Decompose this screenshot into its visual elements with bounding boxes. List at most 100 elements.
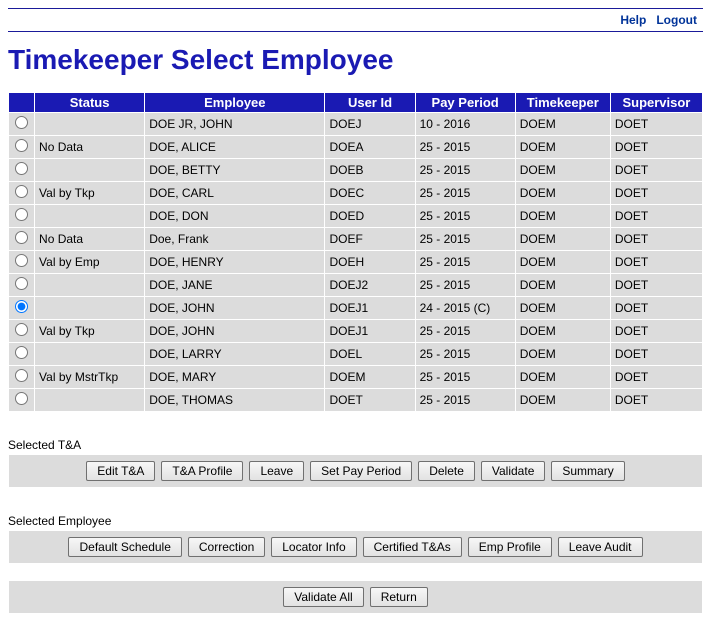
- row-radio-cell: [9, 205, 35, 228]
- cell-payperiod: 10 - 2016: [415, 113, 515, 136]
- row-select-radio[interactable]: [15, 254, 28, 267]
- cell-status: No Data: [35, 136, 145, 159]
- row-radio-cell: [9, 366, 35, 389]
- logout-link[interactable]: Logout: [656, 13, 697, 27]
- cell-status: Val by Tkp: [35, 182, 145, 205]
- ta-profile-button[interactable]: T&A Profile: [161, 461, 243, 481]
- col-employee: Employee: [145, 93, 325, 113]
- validate-all-button[interactable]: Validate All: [283, 587, 363, 607]
- col-payperiod: Pay Period: [415, 93, 515, 113]
- row-radio-cell: [9, 343, 35, 366]
- table-row: DOE, DONDOED25 - 2015DOEMDOET: [9, 205, 703, 228]
- cell-payperiod: 25 - 2015: [415, 251, 515, 274]
- cell-userid: DOEJ1: [325, 320, 415, 343]
- cell-payperiod: 25 - 2015: [415, 205, 515, 228]
- summary-button[interactable]: Summary: [551, 461, 624, 481]
- locator-info-button[interactable]: Locator Info: [271, 537, 356, 557]
- cell-userid: DOEL: [325, 343, 415, 366]
- correction-button[interactable]: Correction: [188, 537, 265, 557]
- cell-supervisor: DOET: [610, 159, 702, 182]
- table-row: DOE, LARRYDOEL25 - 2015DOEMDOET: [9, 343, 703, 366]
- cell-employee: DOE, DON: [145, 205, 325, 228]
- cell-timekeeper: DOEM: [515, 366, 610, 389]
- leave-audit-button[interactable]: Leave Audit: [558, 537, 643, 557]
- cell-timekeeper: DOEM: [515, 159, 610, 182]
- row-select-radio[interactable]: [15, 392, 28, 405]
- cell-supervisor: DOET: [610, 113, 702, 136]
- cell-employee: DOE, BETTY: [145, 159, 325, 182]
- cell-status: [35, 343, 145, 366]
- cell-payperiod: 25 - 2015: [415, 136, 515, 159]
- delete-button[interactable]: Delete: [418, 461, 475, 481]
- row-radio-cell: [9, 182, 35, 205]
- cell-userid: DOED: [325, 205, 415, 228]
- return-button[interactable]: Return: [370, 587, 428, 607]
- cell-payperiod: 24 - 2015 (C): [415, 297, 515, 320]
- row-radio-cell: [9, 251, 35, 274]
- cell-status: Val by MstrTkp: [35, 366, 145, 389]
- validate-button[interactable]: Validate: [481, 461, 545, 481]
- cell-timekeeper: DOEM: [515, 136, 610, 159]
- cell-employee: DOE, JOHN: [145, 320, 325, 343]
- cell-timekeeper: DOEM: [515, 320, 610, 343]
- cell-userid: DOEM: [325, 366, 415, 389]
- row-select-radio[interactable]: [15, 116, 28, 129]
- emp-profile-button[interactable]: Emp Profile: [468, 537, 552, 557]
- table-row: DOE, JOHNDOEJ124 - 2015 (C)DOEMDOET: [9, 297, 703, 320]
- cell-supervisor: DOET: [610, 251, 702, 274]
- footer-toolbar: Validate All Return: [8, 580, 703, 614]
- row-select-radio[interactable]: [15, 346, 28, 359]
- cell-supervisor: DOET: [610, 320, 702, 343]
- row-select-radio[interactable]: [15, 139, 28, 152]
- edit-ta-button[interactable]: Edit T&A: [86, 461, 155, 481]
- cell-userid: DOEJ: [325, 113, 415, 136]
- cell-timekeeper: DOEM: [515, 113, 610, 136]
- cell-userid: DOET: [325, 389, 415, 412]
- page-title: Timekeeper Select Employee: [8, 44, 703, 76]
- cell-supervisor: DOET: [610, 389, 702, 412]
- table-row: DOE, BETTYDOEB25 - 2015DOEMDOET: [9, 159, 703, 182]
- cell-supervisor: DOET: [610, 182, 702, 205]
- row-select-radio[interactable]: [15, 369, 28, 382]
- cell-employee: DOE, MARY: [145, 366, 325, 389]
- default-schedule-button[interactable]: Default Schedule: [68, 537, 181, 557]
- help-link[interactable]: Help: [620, 13, 646, 27]
- row-select-radio[interactable]: [15, 185, 28, 198]
- set-pay-period-button[interactable]: Set Pay Period: [310, 461, 412, 481]
- row-radio-cell: [9, 389, 35, 412]
- row-select-radio[interactable]: [15, 231, 28, 244]
- cell-userid: DOEA: [325, 136, 415, 159]
- row-select-radio[interactable]: [15, 277, 28, 290]
- row-radio-cell: [9, 297, 35, 320]
- cell-payperiod: 25 - 2015: [415, 274, 515, 297]
- row-radio-cell: [9, 228, 35, 251]
- row-select-radio[interactable]: [15, 300, 28, 313]
- cell-status: Val by Tkp: [35, 320, 145, 343]
- cell-employee: DOE, LARRY: [145, 343, 325, 366]
- cell-employee: DOE, HENRY: [145, 251, 325, 274]
- table-row: Val by MstrTkpDOE, MARYDOEM25 - 2015DOEM…: [9, 366, 703, 389]
- row-select-radio[interactable]: [15, 162, 28, 175]
- cell-supervisor: DOET: [610, 274, 702, 297]
- cell-timekeeper: DOEM: [515, 389, 610, 412]
- table-row: Val by TkpDOE, JOHNDOEJ125 - 2015DOEMDOE…: [9, 320, 703, 343]
- cell-payperiod: 25 - 2015: [415, 159, 515, 182]
- cell-employee: DOE, JANE: [145, 274, 325, 297]
- row-radio-cell: [9, 320, 35, 343]
- certified-tas-button[interactable]: Certified T&As: [363, 537, 462, 557]
- cell-payperiod: 25 - 2015: [415, 182, 515, 205]
- top-rule-2: [8, 31, 703, 32]
- leave-button[interactable]: Leave: [249, 461, 304, 481]
- cell-payperiod: 25 - 2015: [415, 228, 515, 251]
- cell-timekeeper: DOEM: [515, 205, 610, 228]
- cell-status: [35, 205, 145, 228]
- employee-table: Status Employee User Id Pay Period Timek…: [8, 92, 703, 412]
- cell-timekeeper: DOEM: [515, 182, 610, 205]
- cell-userid: DOEJ2: [325, 274, 415, 297]
- table-header-row: Status Employee User Id Pay Period Timek…: [9, 93, 703, 113]
- cell-timekeeper: DOEM: [515, 297, 610, 320]
- cell-supervisor: DOET: [610, 297, 702, 320]
- row-select-radio[interactable]: [15, 208, 28, 221]
- row-select-radio[interactable]: [15, 323, 28, 336]
- selected-employee-label: Selected Employee: [8, 514, 703, 528]
